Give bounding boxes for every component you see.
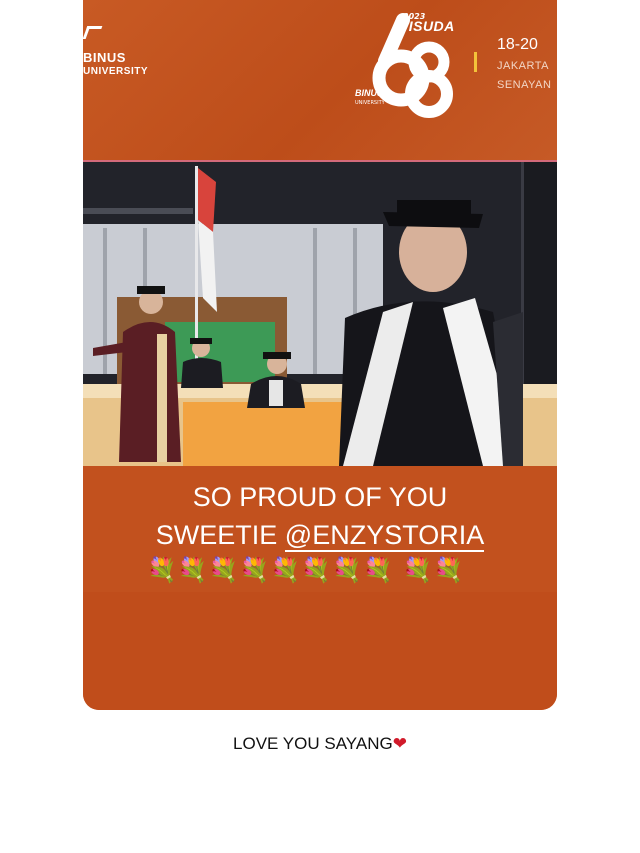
wisuda-brand: BINUS: [355, 88, 384, 98]
heart-icon: ❤: [392, 734, 407, 753]
ceremony-scene-image: [83, 162, 557, 466]
caption-line-2-prefix: SWEETIE: [155, 520, 285, 550]
wisuda-brand-sub: UNIVERSITY: [355, 100, 385, 106]
post-caption-text: LOVE YOU SAYANG: [233, 734, 393, 753]
event-venue: SENAYAN: [497, 79, 552, 91]
event-divider: [474, 52, 477, 72]
post-caption: LOVE YOU SAYANG❤: [0, 734, 640, 754]
event-city: JAKARTA: [497, 60, 549, 72]
binus-logo-name: BINUS: [83, 50, 126, 65]
mention-link[interactable]: @ENZYSTORIA: [284, 520, 485, 552]
event-date: 18-20: [497, 36, 538, 53]
wisuda-title: WISUDA: [395, 18, 455, 34]
binus-mark-icon: [83, 26, 103, 39]
bouquet-emoji-row: 💐💐💐💐💐💐💐💐 💐💐: [147, 556, 465, 584]
binus-logo-sub: UNIVERSITY: [83, 66, 149, 77]
ceremony-video-frame[interactable]: [83, 160, 557, 466]
caption-line-2: SWEETIE @ENZYSTORIA: [83, 516, 557, 554]
story-caption: SO PROUD OF YOU SWEETIE @ENZYSTORIA: [83, 478, 557, 554]
caption-line-1: SO PROUD OF YOU: [192, 482, 448, 512]
story-card: BINUS UNIVERSITY 2023 WISUDA BINUS UNIVE…: [83, 0, 557, 710]
event-banner: BINUS UNIVERSITY 2023 WISUDA BINUS UNIVE…: [83, 0, 557, 160]
story-footer-panel: [83, 592, 557, 710]
